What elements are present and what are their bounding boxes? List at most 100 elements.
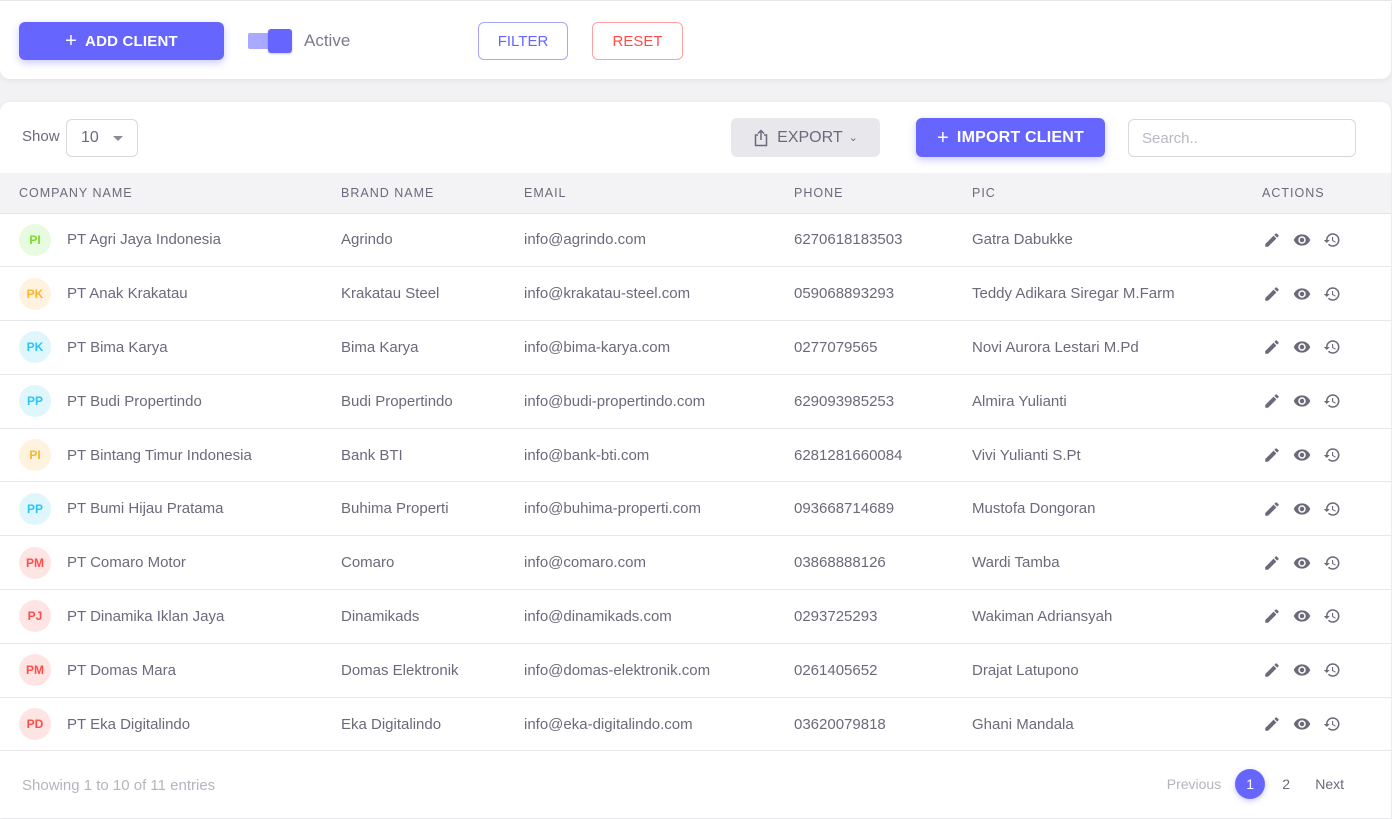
table-row[interactable]: PP PT Bumi Hijau Pratama Buhima Properti… [0, 482, 1391, 536]
cell-brand: Krakatau Steel [341, 285, 440, 303]
history-icon [1323, 663, 1340, 678]
edit-button[interactable] [1262, 606, 1282, 626]
entries-info: Showing 1 to 10 of 11 entries [22, 777, 216, 794]
history-button[interactable] [1322, 714, 1342, 734]
history-button[interactable] [1322, 660, 1342, 680]
view-icon [1293, 610, 1311, 623]
cell-actions [1262, 482, 1391, 536]
active-toggle[interactable] [248, 29, 292, 53]
column-header-company-name[interactable]: COMPANY NAME [0, 173, 341, 213]
avatar: PI [19, 223, 51, 256]
avatar: PM [19, 546, 51, 579]
table-row[interactable]: PM PT Comaro Motor Comaro info@comaro.co… [0, 536, 1391, 590]
view-icon [1293, 234, 1311, 246]
next-page-button[interactable]: Next [1315, 776, 1344, 792]
plus-icon: + [65, 30, 78, 52]
company-name[interactable]: PT Budi Propertindo [67, 393, 202, 410]
view-button[interactable] [1292, 660, 1312, 680]
company-name[interactable]: PT Agri Jaya Indonesia [67, 231, 221, 248]
cell-pic: Wardi Tamba [972, 554, 1060, 572]
previous-page-button[interactable]: Previous [1167, 776, 1221, 792]
column-header-brand-name[interactable]: BRAND NAME [341, 173, 524, 213]
cell-pic: Gatra Dabukke [972, 231, 1073, 249]
table-row[interactable]: PP PT Budi Propertindo Budi Propertindo … [0, 374, 1391, 429]
company-name[interactable]: PT Bumi Hijau Pratama [67, 500, 223, 517]
table-row[interactable]: PK PT Bima Karya Bima Karya info@bima-ka… [0, 321, 1391, 375]
cell-phone: 03868888126 [794, 554, 886, 572]
edit-button[interactable] [1262, 445, 1282, 465]
view-button[interactable] [1292, 230, 1312, 250]
company-name[interactable]: PT Bima Karya [67, 339, 168, 356]
view-button[interactable] [1292, 714, 1312, 734]
edit-button[interactable] [1262, 337, 1282, 357]
cell-brand: Agrindo [341, 231, 393, 249]
view-button[interactable] [1292, 284, 1312, 304]
edit-button[interactable] [1262, 553, 1282, 573]
table-row[interactable]: PI PT Bintang Timur Indonesia Bank BTI i… [0, 428, 1391, 482]
table-row[interactable]: PD PT Eka Digitalindo Eka Digitalindo in… [0, 697, 1391, 751]
table-row[interactable]: PI PT Agri Jaya Indonesia Agrindo info@a… [0, 213, 1391, 267]
edit-icon [1265, 286, 1279, 301]
add-client-button[interactable]: + ADD CLIENT [19, 22, 224, 60]
company-name[interactable]: PT Eka Digitalindo [67, 716, 190, 733]
table-row[interactable]: PJ PT Dinamika Iklan Jaya Dinamikads inf… [0, 590, 1391, 644]
column-header-phone[interactable]: PHONE [794, 173, 972, 213]
filter-button[interactable]: FILTER [478, 22, 568, 60]
history-button[interactable] [1322, 337, 1342, 357]
share-icon [754, 128, 768, 146]
edit-icon [1265, 663, 1279, 678]
cell-actions [1262, 590, 1391, 644]
history-button[interactable] [1322, 553, 1342, 573]
company-name[interactable]: PT Dinamika Iklan Jaya [67, 608, 224, 625]
table-row[interactable]: PK PT Anak Krakatau Krakatau Steel info@… [0, 267, 1391, 321]
chevron-down-icon: ⌄ [848, 132, 858, 144]
view-button[interactable] [1292, 445, 1312, 465]
view-button[interactable] [1292, 499, 1312, 519]
company-name[interactable]: PT Comaro Motor [67, 554, 186, 571]
column-header-pic[interactable]: PIC [972, 173, 1262, 213]
cell-brand: Comaro [341, 554, 395, 572]
view-icon [1293, 718, 1311, 730]
avatar: PP [19, 492, 51, 525]
cell-phone: 0277079565 [794, 338, 878, 356]
page-size-select[interactable]: 10 [66, 119, 138, 157]
edit-button[interactable] [1262, 714, 1282, 734]
history-button[interactable] [1322, 391, 1342, 411]
history-button[interactable] [1322, 606, 1342, 626]
cell-email: info@dinamikads.com [524, 607, 672, 625]
view-button[interactable] [1292, 606, 1312, 626]
edit-button[interactable] [1262, 499, 1282, 519]
page-button-2[interactable]: 2 [1271, 769, 1301, 799]
cell-pic: Vivi Yulianti S.Pt [972, 446, 1081, 464]
edit-button[interactable] [1262, 391, 1282, 411]
cell-pic: Wakiman Adriansyah [972, 607, 1113, 625]
company-name[interactable]: PT Bintang Timur Indonesia [67, 447, 252, 464]
view-button[interactable] [1292, 553, 1312, 573]
cell-pic: Drajat Latupono [972, 661, 1079, 679]
table-row[interactable]: PM PT Domas Mara Domas Elektronik info@d… [0, 643, 1391, 698]
company-name[interactable]: PT Domas Mara [67, 662, 176, 679]
view-button[interactable] [1292, 391, 1312, 411]
import-client-button[interactable]: + IMPORT CLIENT [916, 118, 1105, 157]
reset-button[interactable]: RESET [592, 22, 683, 60]
search-input[interactable] [1128, 119, 1356, 157]
page-button-1[interactable]: 1 [1235, 769, 1266, 799]
edit-button[interactable] [1262, 284, 1282, 304]
history-button[interactable] [1322, 499, 1342, 519]
history-button[interactable] [1322, 445, 1342, 465]
cell-actions [1262, 321, 1391, 375]
cell-company: PM PT Comaro Motor [0, 536, 341, 590]
edit-icon [1265, 233, 1279, 247]
edit-icon [1265, 394, 1279, 409]
company-name[interactable]: PT Anak Krakatau [67, 285, 188, 302]
edit-button[interactable] [1262, 660, 1282, 680]
export-button[interactable]: EXPORT ⌄ [731, 118, 880, 157]
show-label: Show [22, 128, 60, 145]
history-button[interactable] [1322, 284, 1342, 304]
view-button[interactable] [1292, 337, 1312, 357]
cell-phone: 6281281660084 [794, 446, 903, 464]
column-header-email[interactable]: EMAIL [524, 173, 794, 213]
edit-button[interactable] [1262, 230, 1282, 250]
history-button[interactable] [1322, 230, 1342, 250]
avatar: PP [19, 385, 51, 418]
